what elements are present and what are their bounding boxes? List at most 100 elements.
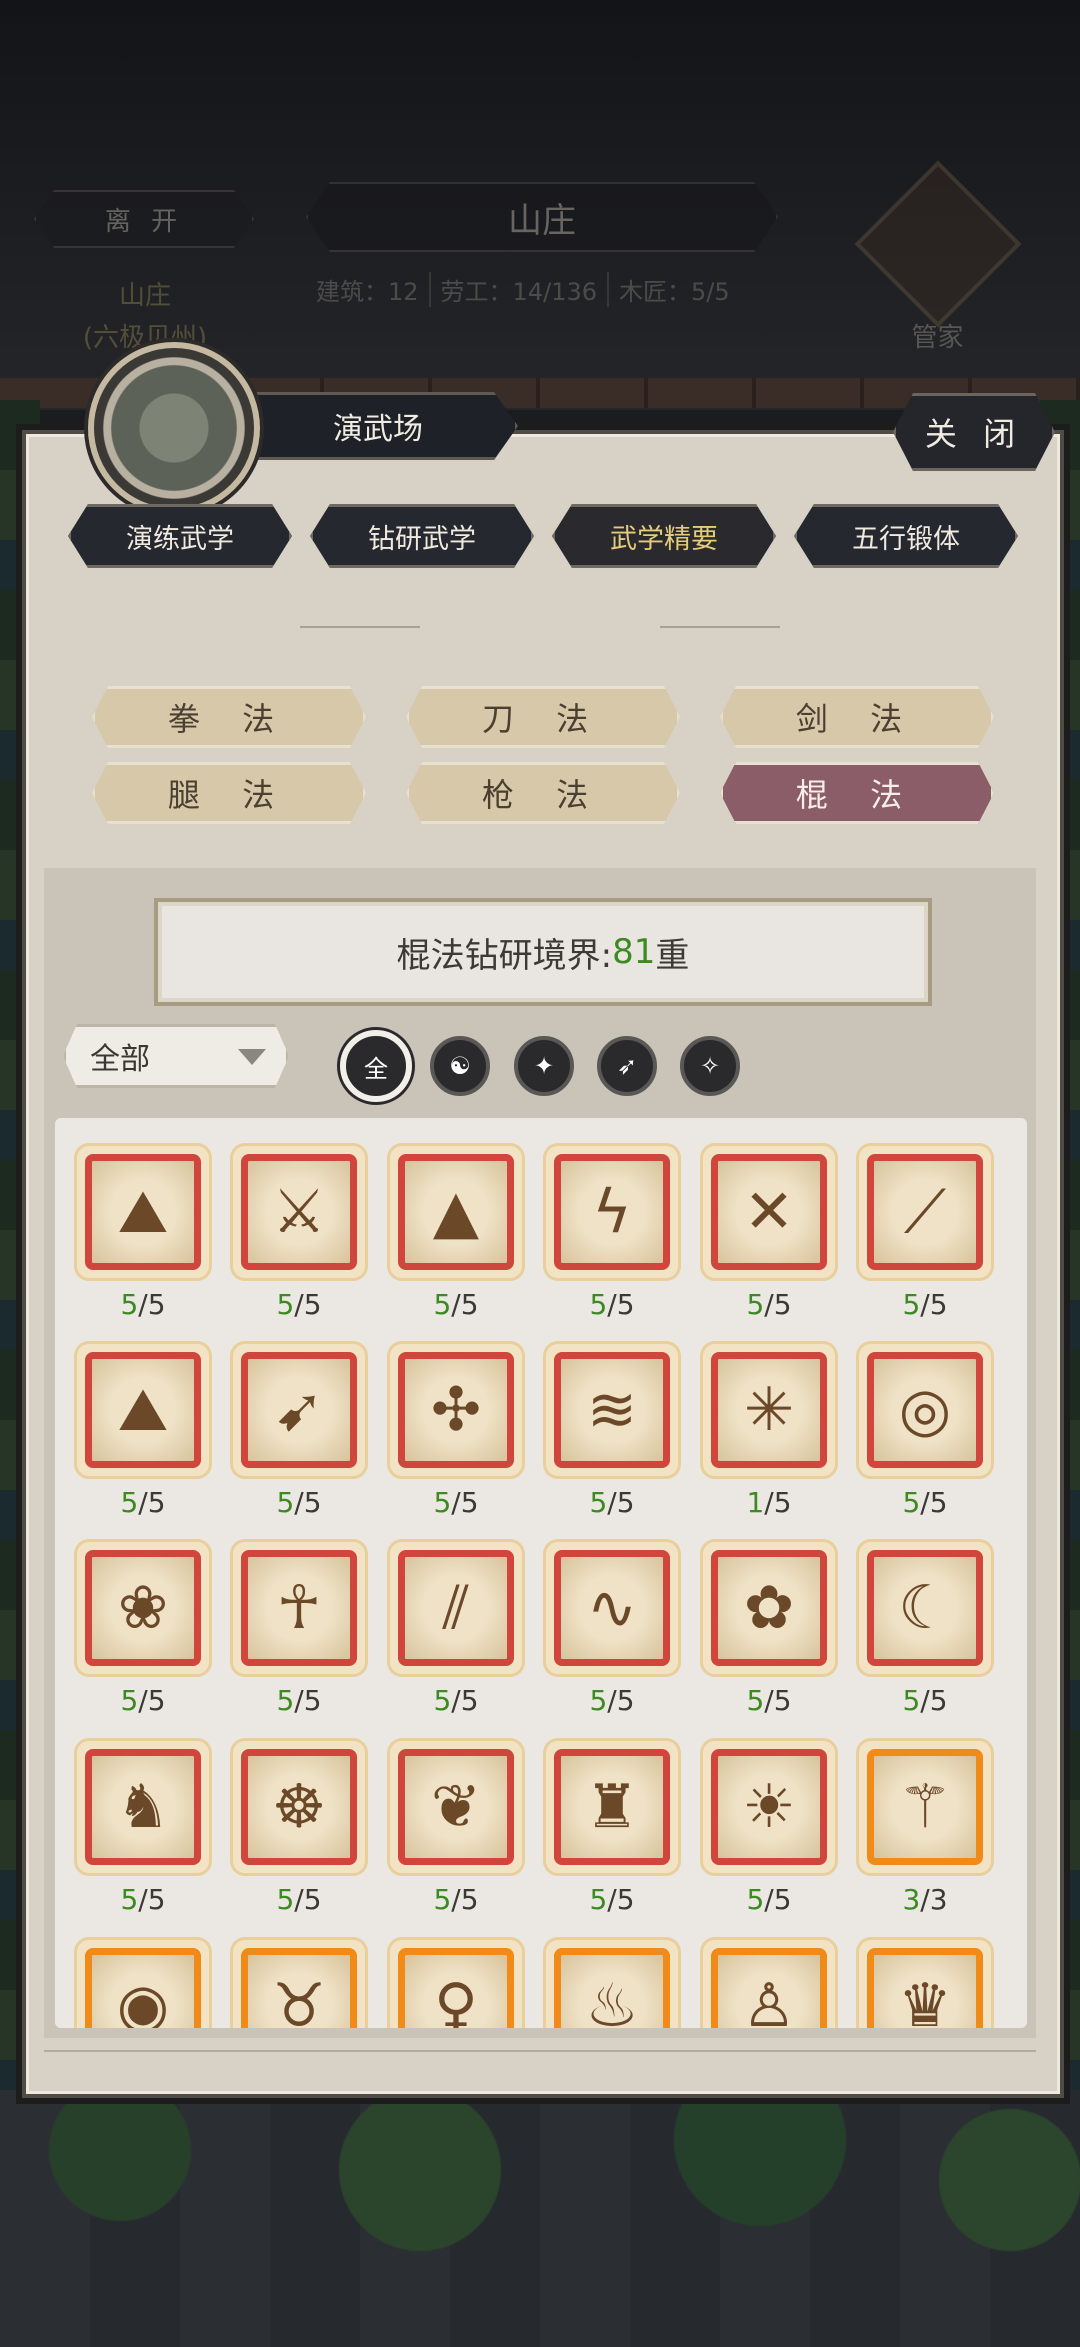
peaks-icon: ▲ [398, 1154, 514, 1270]
skill-frame: ⟋ [859, 1146, 991, 1278]
filter-metal[interactable]: ✦ [514, 1036, 574, 1096]
filter-water[interactable]: ✧ [680, 1036, 740, 1096]
skill-frame: ♜ [546, 1741, 678, 1873]
skill-card[interactable]: ☥ 5/5 [233, 1542, 373, 1717]
skill-card[interactable]: ⛰ 5/5 [77, 1344, 217, 1519]
skill-progress-max: /5 [764, 1288, 792, 1321]
skill-card[interactable]: ⫽ 5/5 [390, 1542, 530, 1717]
skill-progress-current: 5 [902, 1684, 921, 1717]
yinyang-icon: ☯ [449, 1052, 471, 1080]
skill-frame: ☸ [233, 1741, 365, 1873]
wind-staff-icon: ≋ [554, 1352, 670, 1468]
arrows-icon: ➹ [241, 1352, 357, 1468]
skill-card[interactable]: ♨ [546, 1940, 686, 2028]
skill-progress: 3/3 [859, 1883, 991, 1916]
skill-frame: ◉ [77, 1940, 209, 2028]
skill-card[interactable]: ❦ 5/5 [390, 1741, 530, 1916]
filter-yinyang[interactable]: ☯ [430, 1036, 490, 1096]
skill-frame: ✕ [703, 1146, 835, 1278]
skill-progress: 1/5 [703, 1486, 835, 1519]
skill-frame: ♨ [546, 1940, 678, 2028]
category-sword[interactable]: 剑 法 [720, 686, 994, 748]
skill-card[interactable]: ⟋ 5/5 [859, 1146, 999, 1321]
skill-card[interactable]: ♜ 5/5 [546, 1741, 686, 1916]
skill-card[interactable]: ♞ 5/5 [77, 1741, 217, 1916]
category-fist[interactable]: 拳 法 [92, 686, 366, 748]
skill-progress: 5/5 [77, 1883, 209, 1916]
skill-card[interactable]: ✿ 5/5 [703, 1542, 843, 1717]
skill-progress: 5/5 [233, 1684, 365, 1717]
skill-card[interactable]: ☾ 5/5 [859, 1542, 999, 1717]
skill-frame: ❦ [390, 1741, 522, 1873]
steward-button[interactable]: 管家 [854, 160, 1021, 354]
skill-card[interactable]: ➹ 5/5 [233, 1344, 373, 1519]
skill-card[interactable]: ▲ 5/5 [390, 1146, 530, 1321]
tab-five-elements[interactable]: 五行锻体 [794, 504, 1018, 568]
skill-progress-current: 5 [589, 1486, 608, 1519]
skill-progress: 5/5 [390, 1288, 522, 1321]
abacus-icon [854, 160, 1021, 328]
meditation-icon: ☸ [241, 1749, 357, 1865]
skill-progress-max: /5 [294, 1883, 322, 1916]
category-spear[interactable]: 枪 法 [406, 762, 680, 824]
skill-card[interactable]: ϟ 5/5 [546, 1146, 686, 1321]
skill-card[interactable]: ✕ 5/5 [703, 1146, 843, 1321]
skill-progress-max: /5 [764, 1486, 792, 1519]
skill-progress-current: 5 [120, 1486, 139, 1519]
skill-progress-max: /5 [607, 1288, 635, 1321]
skill-card[interactable]: ♙ [703, 1940, 843, 2028]
skill-card[interactable]: ❀ 5/5 [77, 1542, 217, 1717]
skill-card[interactable]: ✣ 5/5 [390, 1344, 530, 1519]
stat-buildings: 建筑：12 [306, 272, 431, 307]
skill-progress-max: /5 [451, 1486, 479, 1519]
tab-essentials[interactable]: 武学精要 [552, 504, 776, 568]
skill-frame: ⛰ [77, 1146, 209, 1278]
category-leg[interactable]: 腿 法 [92, 762, 366, 824]
close-button[interactable]: 关 闭 [893, 393, 1055, 471]
skill-card[interactable]: ◉ [77, 1940, 217, 2028]
beast-icon: ♉ [241, 1948, 357, 2028]
skill-card[interactable]: ⛰ 5/5 [77, 1146, 217, 1321]
skill-progress-max: /5 [294, 1486, 322, 1519]
skill-frame: ∿ [546, 1542, 678, 1674]
skill-progress-max: /5 [607, 1486, 635, 1519]
tab-research[interactable]: 钻研武学 [310, 504, 534, 568]
skill-progress-max: /5 [607, 1684, 635, 1717]
stat-laborers: 劳工：14/136 [431, 272, 609, 307]
filter-wood[interactable]: ➶ [597, 1036, 657, 1096]
skill-frame: ✿ [703, 1542, 835, 1674]
manor-title: 山庄 [306, 182, 778, 252]
skill-frame: ⫽ [390, 1542, 522, 1674]
category-blade[interactable]: 刀 法 [406, 686, 680, 748]
skill-progress-max: /5 [920, 1288, 948, 1321]
skill-card[interactable]: ⚔ 5/5 [233, 1146, 373, 1321]
skill-frame: ◎ [859, 1344, 991, 1476]
skill-card[interactable]: ♀ [390, 1940, 530, 2028]
branch-staff-icon: ✣ [398, 1352, 514, 1468]
panel-bottom-border [44, 2050, 1036, 2052]
skill-progress: 5/5 [546, 1486, 678, 1519]
skill-card[interactable]: ♛ [859, 1940, 999, 2028]
stat-carpenters: 木匠：5/5 [618, 278, 730, 306]
buddha-halo-icon: ☀ [711, 1749, 827, 1865]
skill-card[interactable]: ◎ 5/5 [859, 1344, 999, 1519]
category-staff[interactable]: 棍 法 [720, 762, 994, 824]
skill-card[interactable]: ☸ 5/5 [233, 1741, 373, 1916]
skill-progress-max: /5 [138, 1684, 166, 1717]
fighter-icon: ☥ [241, 1550, 357, 1666]
filter-dropdown[interactable]: 全部 [63, 1024, 289, 1088]
skill-card[interactable]: ≋ 5/5 [546, 1344, 686, 1519]
leave-button[interactable]: 离 开 [34, 190, 254, 248]
tab-practice[interactable]: 演练武学 [68, 504, 292, 568]
skill-card[interactable]: ∿ 5/5 [546, 1542, 686, 1717]
skill-card[interactable]: ♉ [233, 1940, 373, 2028]
skill-progress: 5/5 [77, 1486, 209, 1519]
skill-progress-max: /5 [764, 1883, 792, 1916]
filter-all[interactable]: 全 [340, 1030, 412, 1102]
skill-card[interactable]: ☀ 5/5 [703, 1741, 843, 1916]
skill-progress-max: /5 [294, 1684, 322, 1717]
skill-card[interactable]: ✳ 1/5 [703, 1344, 843, 1519]
skill-card[interactable]: ⚚ 3/3 [859, 1741, 999, 1916]
skill-progress: 5/5 [233, 1883, 365, 1916]
realm-suffix: 重 [655, 935, 690, 976]
